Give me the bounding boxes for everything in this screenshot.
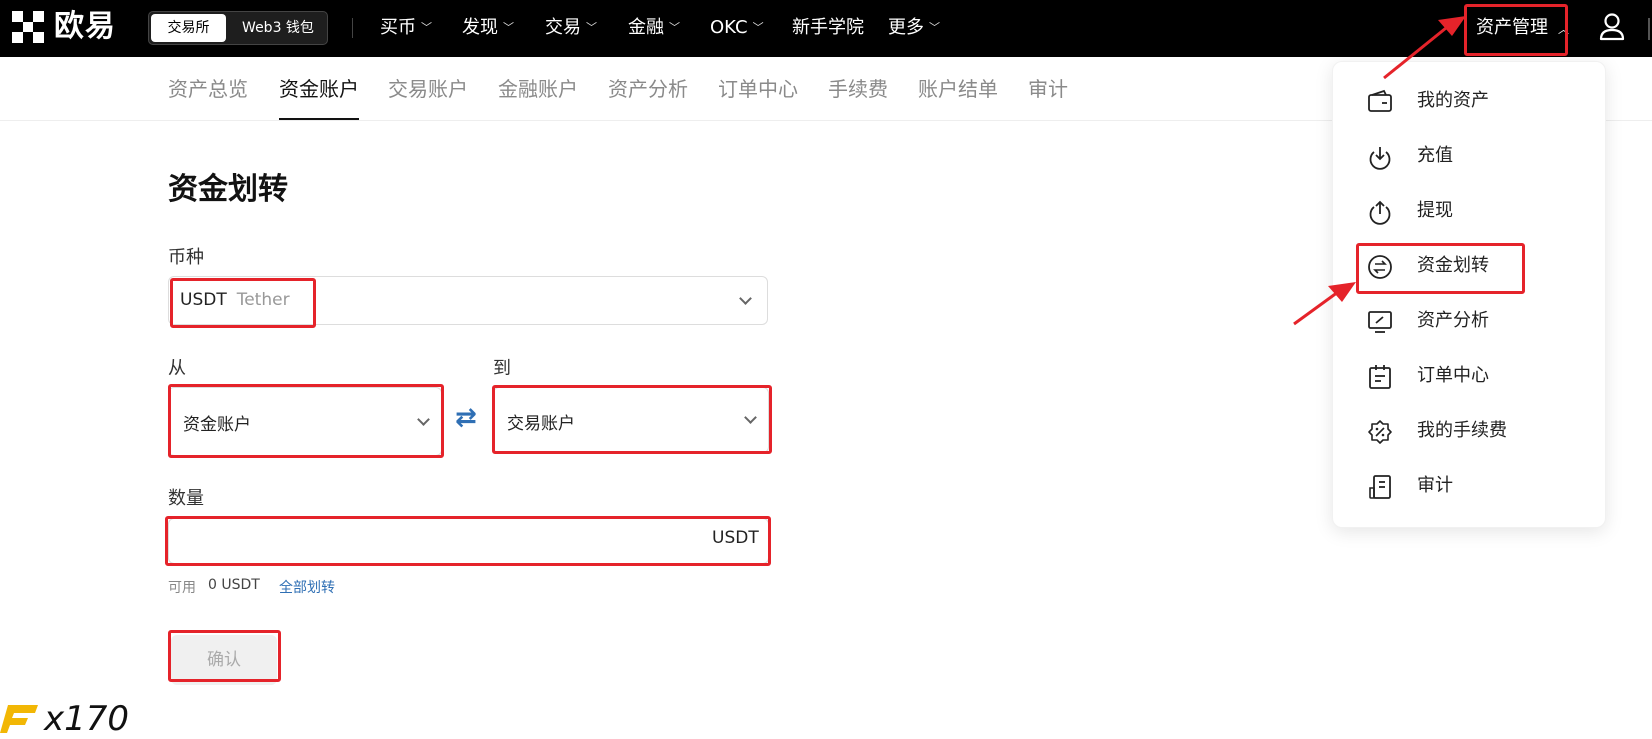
tab-asset-overview[interactable]: 资产总览 xyxy=(168,75,248,103)
to-account-value: 交易账户 xyxy=(507,414,575,434)
from-account-select[interactable]: 资金账户 xyxy=(168,387,442,456)
annotation-arrow-icon xyxy=(1383,16,1466,80)
annotation-arrow-icon xyxy=(1293,282,1356,326)
transfer-icon xyxy=(1368,255,1392,279)
watermark: x170 xyxy=(0,702,129,736)
order-icon xyxy=(1369,365,1391,389)
nav-okc[interactable]: OKC ﹀ xyxy=(710,14,764,42)
tab-fees[interactable]: 手续费 xyxy=(828,75,888,103)
tab-order-center[interactable]: 订单中心 xyxy=(718,75,798,103)
deposit-icon xyxy=(1369,147,1391,170)
audit-icon xyxy=(1369,475,1391,499)
amount-input[interactable] xyxy=(168,518,769,564)
menu-item-audit[interactable]: 审计 xyxy=(1333,464,1607,508)
logo-text: 欧易 xyxy=(54,9,116,44)
menu-item-label: 资产分析 xyxy=(1417,310,1489,331)
menu-item-label: 我的资产 xyxy=(1417,90,1489,111)
currency-name: Tether xyxy=(236,290,290,310)
tab-finance-account[interactable]: 金融账户 xyxy=(498,75,578,103)
chevron-down-icon: ﹀ xyxy=(752,21,764,34)
nav-divider xyxy=(352,18,353,38)
from-account-value: 资金账户 xyxy=(183,415,251,435)
menu-item-my-fees[interactable]: 我的手续费 xyxy=(1333,409,1607,453)
menu-item-label: 资金划转 xyxy=(1417,255,1489,276)
analysis-icon xyxy=(1368,311,1392,333)
menu-item-order-center[interactable]: 订单中心 xyxy=(1333,354,1607,398)
menu-item-asset-analysis[interactable]: 资产分析 xyxy=(1333,299,1607,343)
tab-statements[interactable]: 账户结单 xyxy=(918,75,998,103)
menu-item-label: 我的手续费 xyxy=(1417,420,1507,441)
currency-code: USDT xyxy=(180,290,227,310)
logo-mark-icon xyxy=(12,11,44,43)
menu-item-label: 充值 xyxy=(1417,145,1453,166)
confirm-button[interactable]: 确认 xyxy=(171,635,277,685)
chevron-down-icon: ﹀ xyxy=(421,21,432,34)
nav-more[interactable]: 更多 ﹀ xyxy=(888,14,940,42)
asset-management-menu[interactable]: 资产管理 ︿ xyxy=(1476,14,1569,44)
page-title: 资金划转 xyxy=(168,172,288,207)
nav-trade[interactable]: 交易 ﹀ xyxy=(545,14,597,42)
transfer-all-link[interactable]: 全部划转 xyxy=(279,577,335,597)
chevron-down-icon xyxy=(739,292,752,305)
menu-item-label: 订单中心 xyxy=(1417,365,1489,386)
active-tab-underline xyxy=(279,118,359,120)
currency-select[interactable]: USDT Tether xyxy=(168,276,768,325)
chevron-down-icon: ﹀ xyxy=(669,21,680,34)
web3-wallet-tab[interactable]: Web3 钱包 xyxy=(233,14,323,42)
tab-audit[interactable]: 审计 xyxy=(1028,75,1068,103)
nav-buy-crypto[interactable]: 买币 ﹀ xyxy=(380,14,432,42)
chevron-down-icon: ﹀ xyxy=(586,21,597,34)
watermark-logo-icon xyxy=(0,705,38,733)
available-value: 0 USDT xyxy=(208,577,260,593)
exchange-wallet-toggle: 交易所 Web3 钱包 xyxy=(148,11,328,45)
menu-item-label: 提现 xyxy=(1417,200,1453,221)
amount-label: 数量 xyxy=(168,488,204,509)
watermark-text: x170 xyxy=(44,699,130,739)
swap-direction-icon[interactable]: ⇄ xyxy=(455,404,477,432)
menu-item-withdraw[interactable]: 提现 xyxy=(1333,189,1607,233)
tab-funding-account[interactable]: 资金账户 xyxy=(279,75,359,103)
user-icon[interactable] xyxy=(1598,12,1626,46)
asset-management-dropdown: 我的资产 充值 提现 资金划转 资产分析 订单中心 我的手续费 审计 xyxy=(1332,61,1606,528)
menu-item-transfer[interactable]: 资金划转 xyxy=(1333,244,1607,288)
to-label: 到 xyxy=(493,358,511,379)
chevron-down-icon: ﹀ xyxy=(929,21,940,34)
edge-divider xyxy=(1648,18,1650,40)
tab-asset-analysis[interactable]: 资产分析 xyxy=(608,75,688,103)
nav-academy[interactable]: 新手学院 xyxy=(792,14,864,42)
to-account-select[interactable]: 交易账户 xyxy=(493,387,769,453)
chevron-down-icon xyxy=(417,413,430,426)
from-label: 从 xyxy=(168,358,186,379)
currency-label: 币种 xyxy=(168,247,204,268)
okx-logo[interactable]: 欧易 xyxy=(12,11,116,43)
wallet-icon xyxy=(1368,89,1392,112)
nav-finance[interactable]: 金融 ﹀ xyxy=(628,14,680,42)
chevron-up-icon: ︿ xyxy=(1558,23,1569,36)
tab-trading-account[interactable]: 交易账户 xyxy=(388,75,468,103)
fee-icon xyxy=(1368,420,1392,444)
nav-discover[interactable]: 发现 ﹀ xyxy=(462,14,514,42)
exchange-tab[interactable]: 交易所 xyxy=(151,14,226,42)
withdraw-icon xyxy=(1369,200,1391,225)
chevron-down-icon xyxy=(744,411,757,424)
available-label: 可用 xyxy=(168,580,196,596)
amount-unit: USDT xyxy=(712,528,759,548)
menu-item-label: 审计 xyxy=(1417,475,1453,496)
menu-item-my-assets[interactable]: 我的资产 xyxy=(1333,79,1607,123)
menu-item-deposit[interactable]: 充值 xyxy=(1333,134,1607,178)
chevron-down-icon: ﹀ xyxy=(503,21,514,34)
